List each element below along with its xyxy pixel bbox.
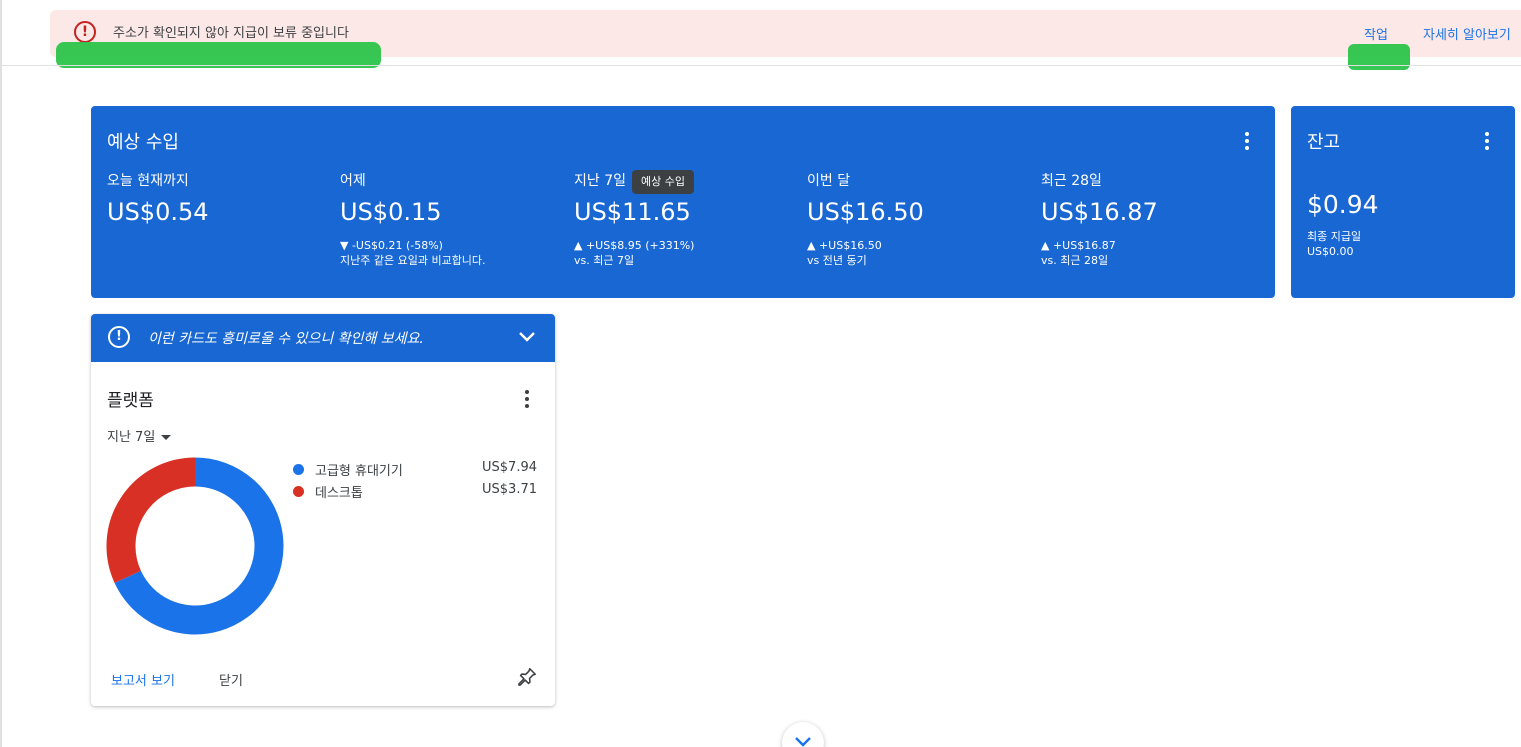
legend-value: US$3.71 [482,482,537,497]
date-range-dropdown[interactable]: 지난 7일 [107,426,172,445]
estimated-earnings-card: 예상 수입 오늘 현재까지 US$0.54 어제 US$0.15 ▼ -US$0… [91,106,1275,298]
metric-compare: vs. 최근 28일 [1041,254,1109,267]
metric-yesterday: 어제 US$0.15 ▼ -US$0.21 (-58%) 지난주 같은 요일과 … [340,170,560,268]
view-report-button[interactable]: 보고서 보기 [111,670,175,689]
error-icon: ! [74,21,96,43]
metric-change: ▼ -US$0.21 (-58%) [340,239,443,252]
lightbulb-icon: ! [108,326,130,348]
chevron-down-icon[interactable] [518,331,536,343]
redaction-mark [1348,44,1410,70]
metric-compare: 지난주 같은 요일과 비교합니다. [340,254,486,267]
metric-this-month: 이번 달 US$16.50 ▲ +US$16.50 vs 전년 동기 [807,170,1027,268]
balance-value: $0.94 [1307,190,1379,219]
platform-donut-chart [106,457,284,635]
suggestion-text: 이런 카드도 흥미로울 수 있으니 확인해 보세요. [148,331,424,347]
divider [0,65,1521,66]
banner-learn-more-link[interactable]: 자세히 알아보기 [1423,24,1511,43]
metric-change: ▲ +US$16.87 [1041,239,1116,252]
left-rail [0,0,2,747]
pin-icon[interactable] [516,666,538,688]
legend-label: 고급형 휴대기기 [315,464,403,479]
metric-today: 오늘 현재까지 US$0.54 [107,170,327,226]
caret-down-icon [161,435,172,440]
banner-action-button[interactable]: 작업 [1364,24,1388,43]
date-range-label: 지난 7일 [107,430,156,445]
platform-card: ! 이런 카드도 흥미로울 수 있으니 확인해 보세요. 플랫폼 지난 7일 고… [91,314,555,706]
legend-swatch [293,486,304,497]
last-payout-amount: US$0.00 [1307,245,1354,258]
card-title: 플랫폼 [107,391,154,411]
metric-label: 최근 28일 [1041,173,1102,189]
metric-change: ▲ +US$16.50 [807,239,882,252]
last-payout-label: 최종 지급일 [1307,230,1362,243]
tooltip: 예상 수입 [632,170,694,194]
chevron-down-icon [795,737,811,747]
metric-value: US$16.87 [1041,198,1158,226]
metric-label: 오늘 현재까지 [107,173,189,189]
card-title: 잔고 [1307,132,1341,153]
close-button[interactable]: 닫기 [219,670,243,689]
scroll-down-button[interactable] [782,722,824,747]
legend-label: 데스크톱 [315,486,363,501]
chart-legend: 고급형 휴대기기 US$7.94 데스크톱 US$3.71 [291,460,539,504]
legend-item: 고급형 휴대기기 US$7.94 [291,460,539,482]
donut-slice-2[interactable] [106,457,196,583]
legend-item: 데스크톱 US$3.71 [291,482,539,504]
metric-compare: vs. 최근 7일 [574,254,635,267]
suggestion-header[interactable]: ! 이런 카드도 흥미로울 수 있으니 확인해 보세요. [91,314,555,362]
metric-change: ▲ +US$8.95 (+331%) [574,239,695,252]
legend-swatch [293,464,304,475]
metric-value: US$0.15 [340,198,442,226]
metric-value: US$11.65 [574,198,691,226]
legend-value: US$7.94 [482,460,537,475]
more-vert-icon[interactable] [524,390,530,408]
metric-value: US$0.54 [107,198,209,226]
metric-last-28-days: 최근 28일 US$16.87 ▲ +US$16.87 vs. 최근 28일 [1041,170,1261,268]
metric-label: 어제 [340,173,366,189]
metric-label: 이번 달 [807,173,851,189]
balance-card: 잔고 $0.94 최종 지급일 US$0.00 [1291,106,1515,298]
banner-message: 주소가 확인되지 않아 지급이 보류 중입니다 [113,26,349,41]
card-title: 예상 수입 [107,132,179,153]
more-vert-icon[interactable] [1484,132,1490,150]
more-vert-icon[interactable] [1244,132,1250,150]
payment-hold-banner: ! 주소가 확인되지 않아 지급이 보류 중입니다 작업 자세히 알아보기 [50,10,1521,70]
metric-compare: vs 전년 동기 [807,254,867,267]
metric-value: US$16.50 [807,198,924,226]
